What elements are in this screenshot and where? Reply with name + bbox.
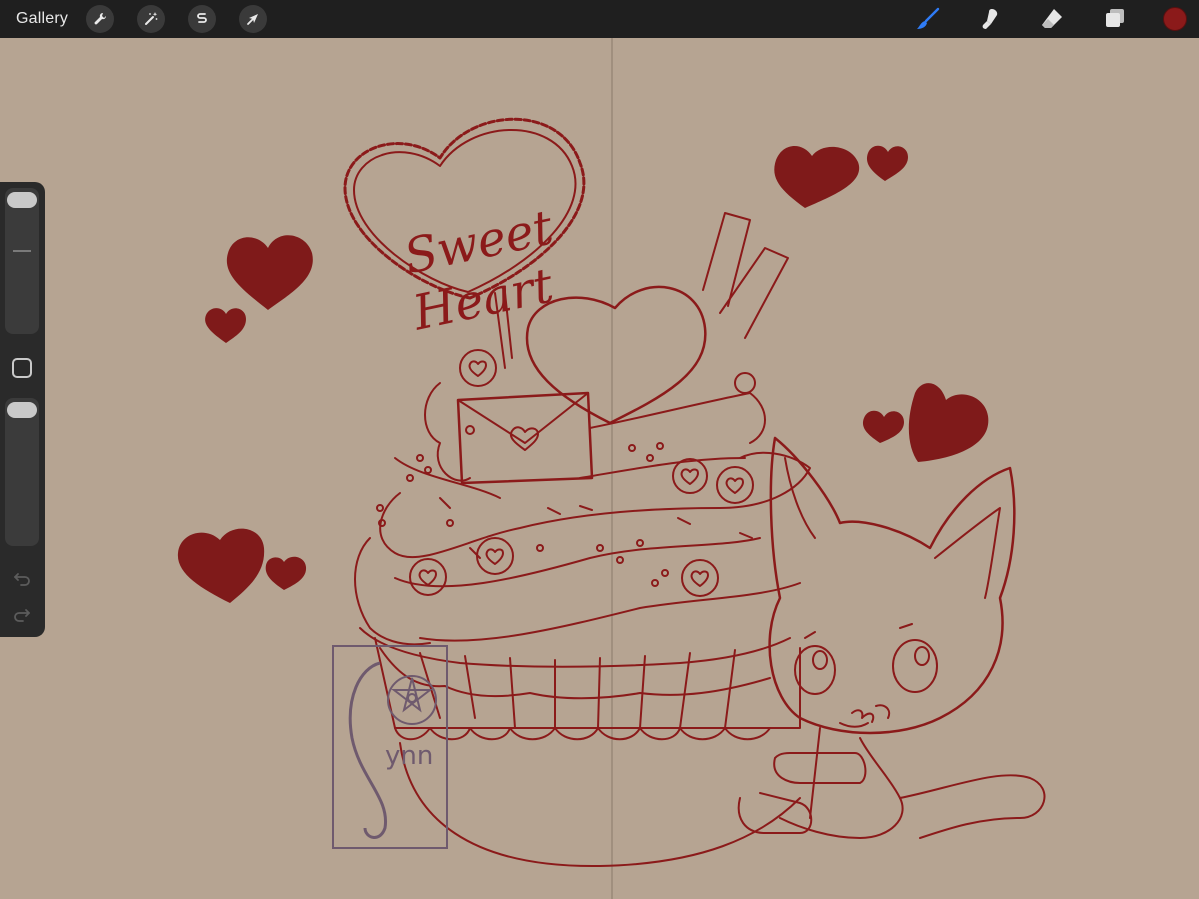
selection-button[interactable] bbox=[188, 5, 217, 33]
cat-tail bbox=[899, 774, 1046, 839]
gallery-button[interactable]: Gallery bbox=[16, 10, 68, 28]
brush-button[interactable] bbox=[915, 6, 941, 32]
brush-size-handle[interactable] bbox=[7, 192, 37, 208]
adjustments-button[interactable] bbox=[137, 5, 166, 33]
smudge-button[interactable] bbox=[977, 6, 1003, 32]
brush-icon bbox=[917, 7, 940, 29]
actions-button[interactable] bbox=[86, 5, 115, 33]
wrench-icon bbox=[94, 12, 107, 25]
heart-decoration bbox=[177, 528, 265, 603]
cupcake-liner bbox=[374, 637, 801, 741]
frosting-bottom bbox=[354, 537, 431, 646]
cup-bowl bbox=[399, 742, 801, 868]
heart-decoration bbox=[866, 145, 908, 181]
heart-decoration bbox=[908, 383, 989, 462]
brush-size-slider[interactable] bbox=[5, 188, 39, 334]
heart-decoration bbox=[205, 308, 246, 343]
heart-decoration bbox=[265, 556, 307, 590]
undo-icon[interactable] bbox=[12, 568, 32, 588]
cat-paw bbox=[773, 752, 867, 784]
arrow-cursor-icon bbox=[247, 14, 259, 25]
opacity-handle[interactable] bbox=[7, 402, 37, 418]
filled-hearts bbox=[177, 145, 989, 603]
layers-icon bbox=[1106, 9, 1124, 27]
eraser-button[interactable] bbox=[1039, 6, 1065, 32]
top-toolbar: Gallery bbox=[0, 0, 1199, 38]
frosting-top bbox=[424, 382, 471, 482]
smudge-icon bbox=[982, 9, 998, 29]
cat-eye bbox=[892, 639, 938, 693]
selection-s-icon bbox=[197, 13, 207, 23]
transform-button[interactable] bbox=[239, 5, 268, 33]
color-picker-button[interactable] bbox=[1163, 7, 1187, 31]
modify-button[interactable] bbox=[12, 358, 32, 378]
heart-decoration bbox=[226, 235, 313, 310]
opacity-slider[interactable] bbox=[5, 398, 39, 546]
cat-head bbox=[768, 436, 1016, 735]
heart-decoration bbox=[774, 145, 860, 208]
left-sidebar bbox=[0, 182, 45, 637]
heart-decoration bbox=[862, 410, 904, 443]
eraser-icon bbox=[1042, 9, 1062, 28]
layers-button[interactable] bbox=[1101, 6, 1127, 32]
tool-group bbox=[915, 0, 1199, 38]
cat-drawing bbox=[737, 436, 1046, 839]
redo-icon[interactable] bbox=[12, 604, 32, 624]
artwork: Sweet Heart ynn bbox=[177, 38, 1046, 899]
signature-text: ynn bbox=[385, 741, 433, 771]
magic-wand-icon bbox=[145, 12, 158, 25]
slider-tick bbox=[13, 250, 31, 252]
drawing-canvas[interactable]: Sweet Heart ynn bbox=[0, 38, 1199, 899]
envelope bbox=[456, 391, 594, 485]
